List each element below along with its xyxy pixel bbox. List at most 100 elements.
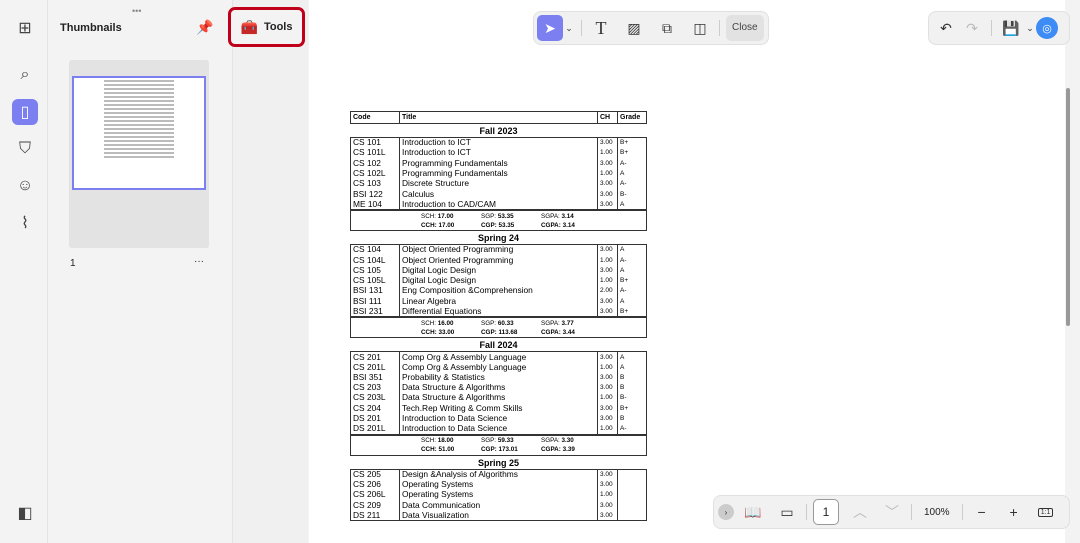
course-title: Differential Equations	[399, 306, 598, 318]
grade: A	[617, 361, 647, 373]
credit-hours: 1.00	[597, 254, 618, 266]
thumbnail-more-button[interactable]: ···	[194, 256, 204, 267]
summary-label: CGPA:	[541, 446, 561, 454]
thumbnails-page-icon[interactable]: ▯	[12, 99, 38, 125]
page-thumbnail[interactable]	[69, 60, 209, 248]
course-title: Introduction to ICT	[399, 147, 598, 159]
credit-hours: 3.00	[597, 468, 618, 480]
stamp-tool-icon[interactable]: ◫	[687, 15, 713, 41]
grade: B+	[617, 136, 647, 148]
actual-size-button[interactable]: 1:1	[1033, 499, 1059, 525]
zoom-in-icon[interactable]: +	[1001, 499, 1027, 525]
summary-sgp: SGP: 59.33	[481, 436, 541, 445]
search-icon[interactable]: ⌕	[12, 62, 38, 88]
grade	[617, 499, 647, 511]
prev-page-icon[interactable]: ︿	[847, 499, 873, 525]
transcript-page: Code Title CH Grade Fall 2023 CS 101 Intro…	[350, 111, 647, 522]
vertical-scrollbar[interactable]	[1065, 0, 1080, 543]
summary-value: 59.33	[497, 437, 514, 445]
course-row: CS 105L Digital Logic Design 1.00 B+	[350, 275, 647, 286]
left-rail: ⊞ ⌕ ▯ ⛉ ☺ ⌇ ◧	[0, 0, 48, 543]
link-tool-icon[interactable]: ⧉	[654, 15, 680, 41]
summary-cgp: CGP: 53.35	[481, 221, 541, 230]
comment-icon[interactable]: ☺	[12, 173, 38, 199]
course-row: CS 203 Data Structure & Algorithms 3.00 B	[350, 382, 647, 393]
credit-hours: 3.00	[597, 306, 618, 318]
page-number-input[interactable]: 1	[813, 499, 839, 525]
course-row: CS 206 Operating Systems 3.00	[350, 479, 647, 490]
save-icon[interactable]: 💾	[998, 15, 1024, 41]
grade: B-	[617, 392, 647, 404]
credit-hours: 3.00	[597, 178, 618, 189]
course-code: CS 209	[350, 499, 400, 511]
summary-sgpa: SGPA: 3.30	[541, 436, 601, 445]
select-cursor-icon[interactable]: ➤	[537, 15, 563, 41]
course-row: CS 201L Comp Org & Assembly Language 1.00 A	[350, 361, 647, 373]
drag-handle[interactable]: •••	[132, 6, 141, 16]
summary-cch: CCH: 17.00	[421, 221, 481, 230]
course-title: Comp Org & Assembly Language	[399, 361, 598, 373]
reading-mode-icon[interactable]: 📖	[740, 499, 766, 525]
summary-cch: CCH: 51.00	[421, 445, 481, 454]
course-title: Digital Logic Design	[399, 265, 598, 276]
expand-icon[interactable]: ›	[718, 504, 734, 520]
course-row: CS 206L Operating Systems 1.00	[350, 489, 647, 500]
summary-value: 3.30	[561, 437, 574, 445]
course-code: CS 205	[350, 468, 400, 480]
course-row: ME 104 Introduction to CAD/CAM 3.00 A	[350, 199, 647, 211]
tools-button[interactable]: 🧰 Tools	[228, 7, 305, 47]
chevron-down-icon[interactable]: ⌄	[563, 15, 575, 41]
summary-sgpa: SGPA: 3.14	[541, 212, 601, 221]
summary-label: CGP:	[481, 328, 497, 336]
summary-label: CGP:	[481, 446, 497, 454]
attachment-icon[interactable]: ⌇	[12, 210, 38, 236]
header-code: Code	[350, 111, 400, 124]
semester-table: CS 104 Object Oriented Programming 3.00 A CS…	[350, 244, 647, 318]
header-ch: CH	[597, 111, 618, 124]
presentation-icon[interactable]: ▭	[774, 499, 800, 525]
summary-value: 16.00	[437, 319, 454, 327]
ai-assistant-icon[interactable]: ◎	[1036, 17, 1058, 39]
grade: A	[617, 351, 647, 362]
summary-label: SGPA:	[541, 319, 560, 327]
grade: A-	[617, 254, 647, 266]
summary-label: SGP:	[481, 212, 497, 220]
bottom-toolbar: › 📖 ▭ 1 ︿ ﹀ 100% − + 1:1	[713, 495, 1070, 529]
next-page-icon[interactable]: ﹀	[879, 499, 905, 525]
pin-icon[interactable]: 📌	[196, 19, 213, 36]
summary-value: 33.00	[438, 328, 455, 336]
summary-cgp: CGP: 113.68	[481, 328, 541, 337]
save-chevron-icon[interactable]: ⌄	[1024, 15, 1036, 41]
credit-hours: 3.00	[597, 510, 618, 522]
image-tool-icon[interactable]: ▨	[621, 15, 647, 41]
grade: B	[617, 413, 647, 424]
grade: B+	[617, 147, 647, 159]
bookmark-icon[interactable]: ⛉	[12, 136, 38, 162]
thumbnail-viewport[interactable]	[72, 76, 206, 190]
redo-icon[interactable]: ↷	[959, 15, 985, 41]
course-row: CS 105 Digital Logic Design 3.00 A	[350, 265, 647, 276]
credit-hours: 3.00	[597, 199, 618, 211]
semester-summary: SCH: 16.00 SGP: 60.33 SGPA: 3.77 CCH: 33.00…	[350, 317, 647, 339]
course-row: CS 103 Discrete Structure 3.00 A-	[350, 178, 647, 189]
semester-heading: Fall 2023	[479, 126, 518, 136]
summary-value: 3.14	[562, 221, 575, 229]
course-code: BSI 111	[350, 296, 400, 307]
summary-label: SGP:	[481, 319, 497, 327]
collapse-sidebar-icon[interactable]: ◧	[12, 500, 38, 526]
text-tool-icon[interactable]: T	[588, 15, 614, 41]
apps-grid-icon[interactable]: ⊞	[12, 15, 38, 41]
zoom-out-icon[interactable]: −	[969, 499, 995, 525]
summary-sch: SCH: 18.00	[421, 436, 481, 445]
zoom-level[interactable]: 100%	[918, 507, 956, 518]
header-grade: Grade	[617, 111, 647, 124]
undo-icon[interactable]: ↶	[933, 15, 959, 41]
credit-hours: 3.00	[597, 499, 618, 511]
course-title: Data Communication	[399, 499, 598, 511]
credit-hours: 3.00	[597, 188, 618, 200]
summary-label: CCH:	[421, 221, 437, 229]
course-row: CS 201 Comp Org & Assembly Language 3.00 A	[350, 351, 647, 362]
course-title: Tech.Rep Writing & Comm Skills	[399, 403, 598, 414]
summary-cgpa: CGPA: 3.39	[541, 445, 601, 454]
close-button[interactable]: Close	[726, 15, 764, 41]
